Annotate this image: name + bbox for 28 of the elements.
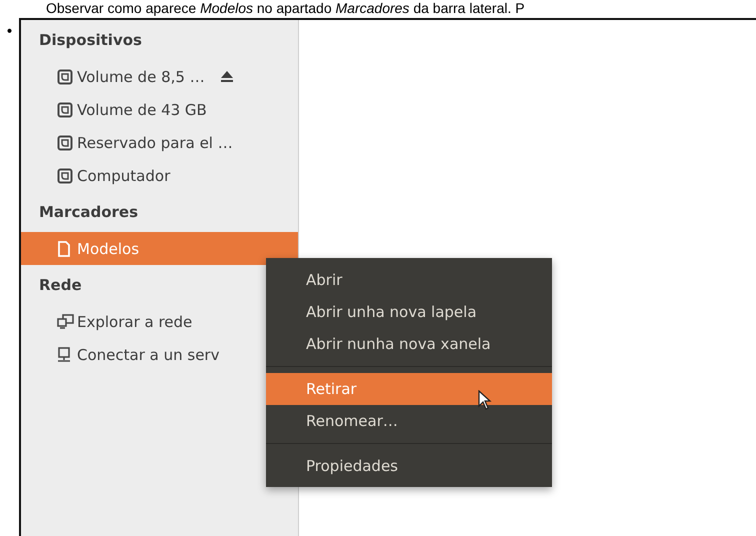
sidebar-item[interactable]: Volume de 43 GB	[21, 93, 298, 126]
menu-item[interactable]: Propiedades	[266, 450, 552, 482]
item-label: Explorar a rede	[77, 312, 192, 330]
eject-icon[interactable]	[220, 71, 233, 82]
item-label: Volume de 43 GB	[77, 100, 207, 118]
item-label: Reservado para el …	[77, 134, 233, 152]
sidebar-item[interactable]: Reservado para el …	[21, 126, 298, 159]
bullet: •	[4, 23, 15, 42]
drive-icon	[57, 68, 73, 84]
section-header: Marcadores	[38, 202, 140, 223]
menu-item[interactable]: Renomear…	[266, 405, 552, 437]
item-label: Modelos	[77, 240, 140, 258]
drive-icon	[57, 168, 73, 184]
section-header: Rede	[38, 275, 83, 296]
network-icon	[57, 314, 75, 330]
document-icon	[57, 240, 71, 256]
item-label: Volume de 8,5 …	[77, 68, 205, 86]
sidebar-item[interactable]: Computador	[21, 159, 298, 192]
mouse-pointer-icon	[478, 390, 492, 410]
drive-icon	[57, 102, 73, 118]
item-label: Computador	[77, 166, 170, 184]
menu-item[interactable]: Abrir	[266, 264, 552, 296]
item-label: Conectar a un serv	[77, 346, 220, 364]
drive-icon	[57, 134, 73, 150]
computer-icon	[57, 346, 71, 362]
caption-text: Observar como aparece Modelos no apartado Marcadores da barra lateral. P	[45, 0, 526, 16]
sidebar-item[interactable]: Volume de 8,5 …	[21, 60, 298, 93]
section-header: Dispositivos	[38, 30, 143, 51]
